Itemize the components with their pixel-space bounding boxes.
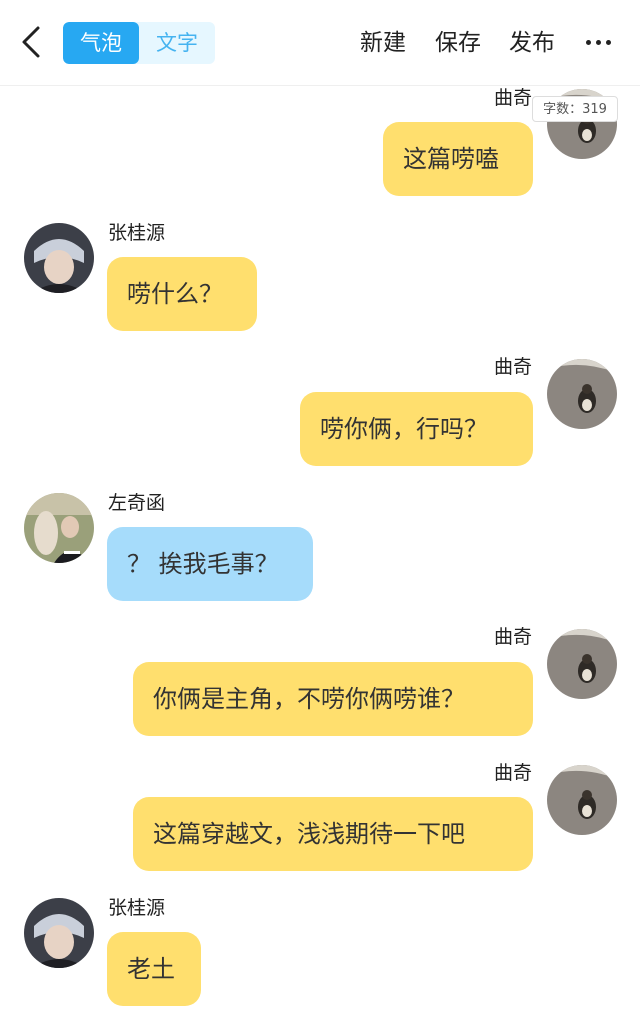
cat-avatar[interactable] [547,359,617,429]
tab-bubble[interactable]: 气泡 [63,22,139,64]
top-bar: 气泡 文字 新建 保存 发布 [0,0,640,86]
word-count-badge: 字数：319 [532,96,618,122]
mode-toggle: 气泡 文字 [63,22,215,64]
sender-name: 张桂源 [108,897,166,919]
cat-avatar[interactable] [547,765,617,835]
cat-avatar[interactable] [547,629,617,699]
message-bubble[interactable]: 唠你俩，行吗？ [300,392,533,466]
sender-name: 曲奇 [493,87,532,109]
sender-name: 曲奇 [493,626,532,648]
chevron-left-icon[interactable] [12,22,52,62]
user-avatar-zuoqihan[interactable] [24,493,94,563]
save-button[interactable]: 保存 [435,22,481,64]
user-avatar-zhangguiyuan[interactable] [24,898,94,968]
more-dots-icon[interactable] [584,32,614,52]
message-bubble[interactable]: 这篇穿越文，浅浅期待一下吧 [133,797,533,871]
message-bubble[interactable]: 你俩是主角，不唠你俩唠谁？ [133,662,533,736]
sender-name: 左奇函 [108,492,166,514]
tab-text[interactable]: 文字 [139,22,215,64]
message-bubble[interactable]: 这篇唠嗑 [383,122,533,196]
sender-name: 曲奇 [493,356,532,378]
user-avatar-zhangguiyuan[interactable] [24,223,94,293]
message-bubble[interactable]: 唠什么？ [107,257,257,331]
publish-button[interactable]: 发布 [509,22,555,64]
new-button[interactable]: 新建 [360,22,406,64]
message-bubble[interactable]: 老土 [107,932,201,1006]
sender-name: 曲奇 [493,762,532,784]
sender-name: 张桂源 [108,222,166,244]
message-bubble[interactable]: ？ 挨我毛事？ [107,527,313,601]
